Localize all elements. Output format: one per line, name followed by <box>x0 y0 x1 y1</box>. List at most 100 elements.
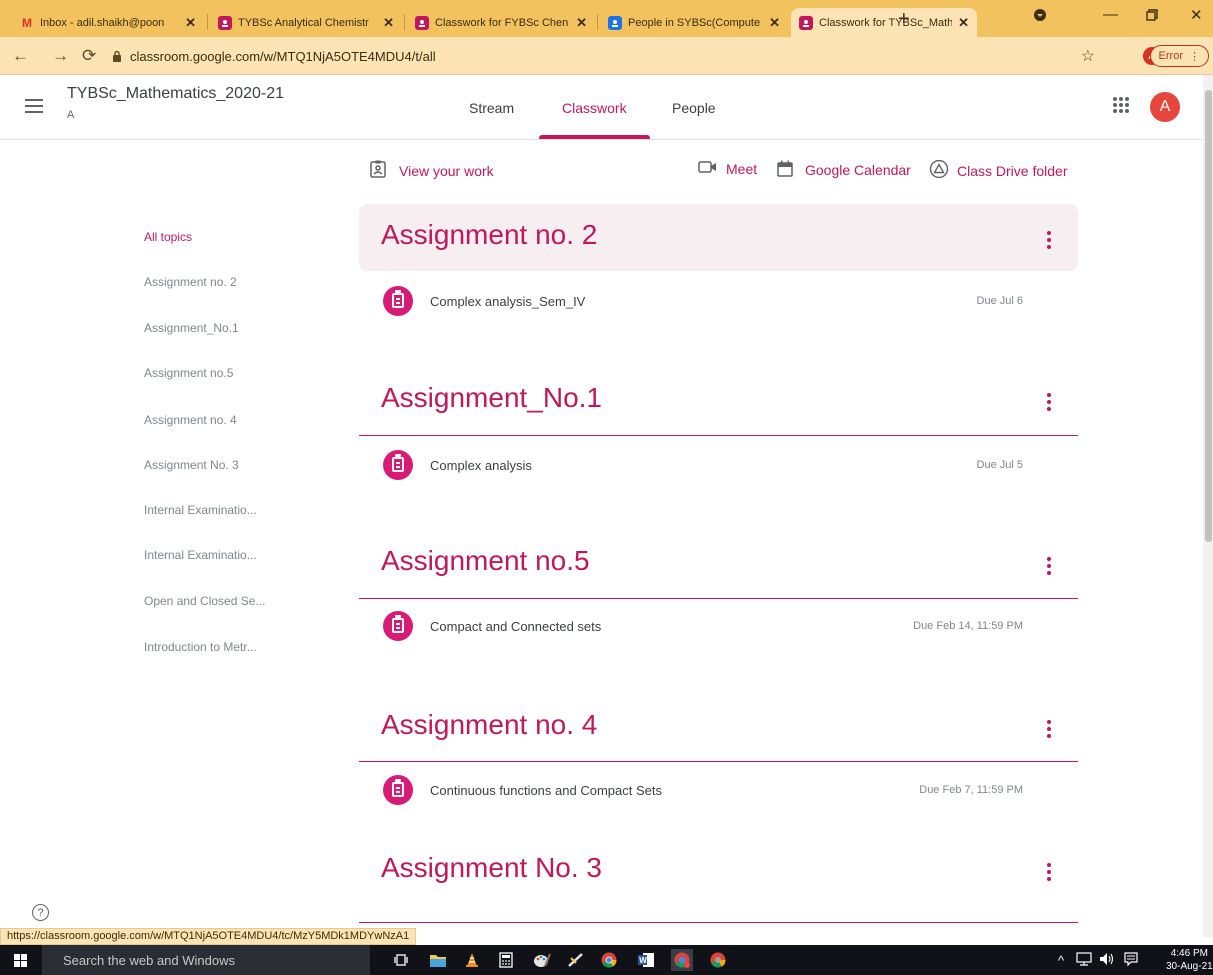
topic-title: Assignment no. 2 <box>381 219 598 250</box>
drive-icon <box>929 159 949 181</box>
forward-arrow-icon[interactable]: → <box>52 46 69 66</box>
classroom-icon <box>799 15 813 30</box>
view-your-work-button[interactable]: View your work <box>369 160 494 181</box>
chrome-secondary-icon[interactable] <box>710 952 726 968</box>
hamburger-menu-icon[interactable] <box>25 99 43 117</box>
browser-tab-strip: M Inbox - adil.shaikh@poon ✕ TYBSc Analy… <box>0 0 1213 37</box>
topic-link[interactable]: Assignment no.5 <box>144 366 233 380</box>
vlc-icon[interactable] <box>464 952 480 968</box>
show-hidden-icons-icon[interactable]: ^ <box>1058 953 1064 968</box>
calendar-icon <box>777 160 793 180</box>
topic-divider <box>359 598 1078 599</box>
topic-title: Assignment no. 4 <box>381 709 598 740</box>
close-tab-icon[interactable]: ✕ <box>958 15 969 31</box>
google-apps-icon[interactable] <box>1113 97 1129 113</box>
account-avatar[interactable]: A <box>1150 92 1180 122</box>
tab-classwork[interactable]: Classwork <box>562 100 627 116</box>
chrome-icon[interactable] <box>601 952 617 968</box>
taskbar-clock[interactable]: 4:46 PM 30-Aug-21 <box>1166 947 1213 973</box>
new-tab-button[interactable]: + <box>898 8 910 30</box>
tab-people[interactable]: People <box>672 100 716 116</box>
windows-start-icon[interactable] <box>14 954 27 967</box>
close-window-button[interactable]: ✕ <box>1190 6 1203 24</box>
tab-stream[interactable]: Stream <box>469 100 514 116</box>
assignment-title: Complex analysis <box>430 458 532 473</box>
address-bar[interactable]: classroom.google.com/w/MTQ1NjA5OTE4MDU4/… <box>112 43 1210 69</box>
assignment-item[interactable]: Complex analysis_Sem_IV Due Jul 6 <box>359 282 1078 322</box>
volume-icon[interactable] <box>1099 952 1115 969</box>
help-icon[interactable]: ? <box>32 904 49 921</box>
scrollbar-thumb[interactable] <box>1205 90 1212 542</box>
topic-link-all[interactable]: All topics <box>144 230 192 244</box>
topic-title: Assignment_No.1 <box>381 382 603 413</box>
topic-more-icon[interactable] <box>1047 720 1051 741</box>
topic-link[interactable]: Assignment_No.1 <box>144 321 239 335</box>
calculator-icon[interactable] <box>499 952 515 968</box>
action-center-icon[interactable] <box>1124 952 1138 969</box>
google-calendar-button[interactable]: Google Calendar <box>777 160 911 180</box>
topic-header: Assignment_No.1 <box>359 372 1078 435</box>
network-icon[interactable] <box>1076 952 1092 969</box>
close-tab-icon[interactable]: ✕ <box>576 15 587 31</box>
topic-link[interactable]: Assignment No. 3 <box>144 458 239 472</box>
topic-link[interactable]: Assignment no. 2 <box>144 275 237 289</box>
assignment-icon <box>383 611 413 641</box>
restore-button[interactable] <box>1146 8 1158 25</box>
gmail-icon: M <box>22 15 32 30</box>
browser-tab-tybsc-math-active[interactable]: Classwork for TYBSc_Math ✕ <box>791 8 977 37</box>
kebab-menu-icon: ⋮ <box>1189 50 1200 63</box>
back-arrow-icon[interactable]: ← <box>12 46 29 66</box>
sketch-tool-icon[interactable] <box>567 952 583 968</box>
assignment-item[interactable]: Complex analysis Due Jul 5 <box>359 446 1078 486</box>
close-tab-icon[interactable]: ✕ <box>769 15 780 31</box>
assignment-item[interactable]: Compact and Connected sets Due Feb 14, 1… <box>359 607 1078 647</box>
tab-divider <box>597 14 598 30</box>
active-tab-indicator <box>539 135 650 139</box>
bookmark-star-icon[interactable]: ☆ <box>1081 46 1095 66</box>
topic-link[interactable]: Internal Examinatio... <box>144 503 257 517</box>
browser-tab-sybsc-people[interactable]: People in SYBSc(Compute ✕ <box>600 8 788 37</box>
browser-tab-gmail[interactable]: M Inbox - adil.shaikh@poon ✕ <box>12 8 204 37</box>
topic-more-icon[interactable] <box>1047 863 1051 884</box>
topic-header: Assignment no. 4 <box>359 699 1078 761</box>
taskbar-search-box[interactable]: Search the web and Windows <box>42 945 370 975</box>
close-tab-icon[interactable]: ✕ <box>185 15 196 31</box>
topic-divider <box>359 435 1078 436</box>
class-title[interactable]: TYBSc_Mathematics_2020-21 <box>67 85 284 103</box>
topic-link[interactable]: Assignment no. 4 <box>144 413 237 427</box>
topic-header: Assignment no.5 <box>359 535 1078 598</box>
paint-icon[interactable] <box>533 952 551 968</box>
topic-more-icon[interactable] <box>1047 393 1051 414</box>
close-tab-icon[interactable]: ✕ <box>383 15 394 31</box>
classroom-icon <box>608 15 622 30</box>
word-icon[interactable]: W <box>637 952 654 968</box>
browser-tab-analytical-chemistry[interactable]: TYBSc Analytical Chemistr ✕ <box>210 8 402 37</box>
profile-menu-icon[interactable] <box>1033 8 1047 26</box>
assignment-title: Continuous functions and Compact Sets <box>430 783 662 798</box>
topic-header: Assignment No. 3 <box>359 840 1078 924</box>
topic-title: Assignment no.5 <box>381 545 590 576</box>
assignment-item[interactable]: Continuous functions and Compact Sets Du… <box>359 771 1078 811</box>
url-text: classroom.google.com/w/MTQ1NjA5OTE4MDU4/… <box>130 48 436 64</box>
class-drive-folder-button[interactable]: Class Drive folder <box>929 159 1067 181</box>
file-explorer-icon[interactable] <box>429 952 446 968</box>
topic-link[interactable]: Open and Closed Se... <box>144 594 265 608</box>
topic-link[interactable]: Introduction to Metr... <box>144 640 257 654</box>
video-camera-icon <box>698 160 718 177</box>
topic-more-icon[interactable] <box>1047 231 1051 252</box>
topic-divider <box>359 761 1078 762</box>
clock-time: 4:46 PM <box>1170 948 1208 959</box>
topic-link[interactable]: Internal Examinatio... <box>144 548 257 562</box>
task-view-icon[interactable] <box>393 952 409 968</box>
minimize-button[interactable]: — <box>1103 6 1118 23</box>
meet-button[interactable]: Meet <box>698 160 757 177</box>
tab-divider <box>404 14 405 30</box>
error-button[interactable]: Error ⋮ <box>1149 45 1209 67</box>
reload-icon[interactable]: ⟳ <box>82 46 96 66</box>
chrome-profile-icon[interactable] <box>671 949 693 971</box>
status-bar-url: https://classroom.google.com/w/MTQ1NjA5O… <box>0 928 417 945</box>
browser-tab-fybsc-classwork[interactable]: Classwork for FYBSc Chen ✕ <box>407 8 595 37</box>
assignment-icon <box>383 286 413 316</box>
topic-more-icon[interactable] <box>1047 557 1051 578</box>
assignment-title: Compact and Connected sets <box>430 619 602 634</box>
